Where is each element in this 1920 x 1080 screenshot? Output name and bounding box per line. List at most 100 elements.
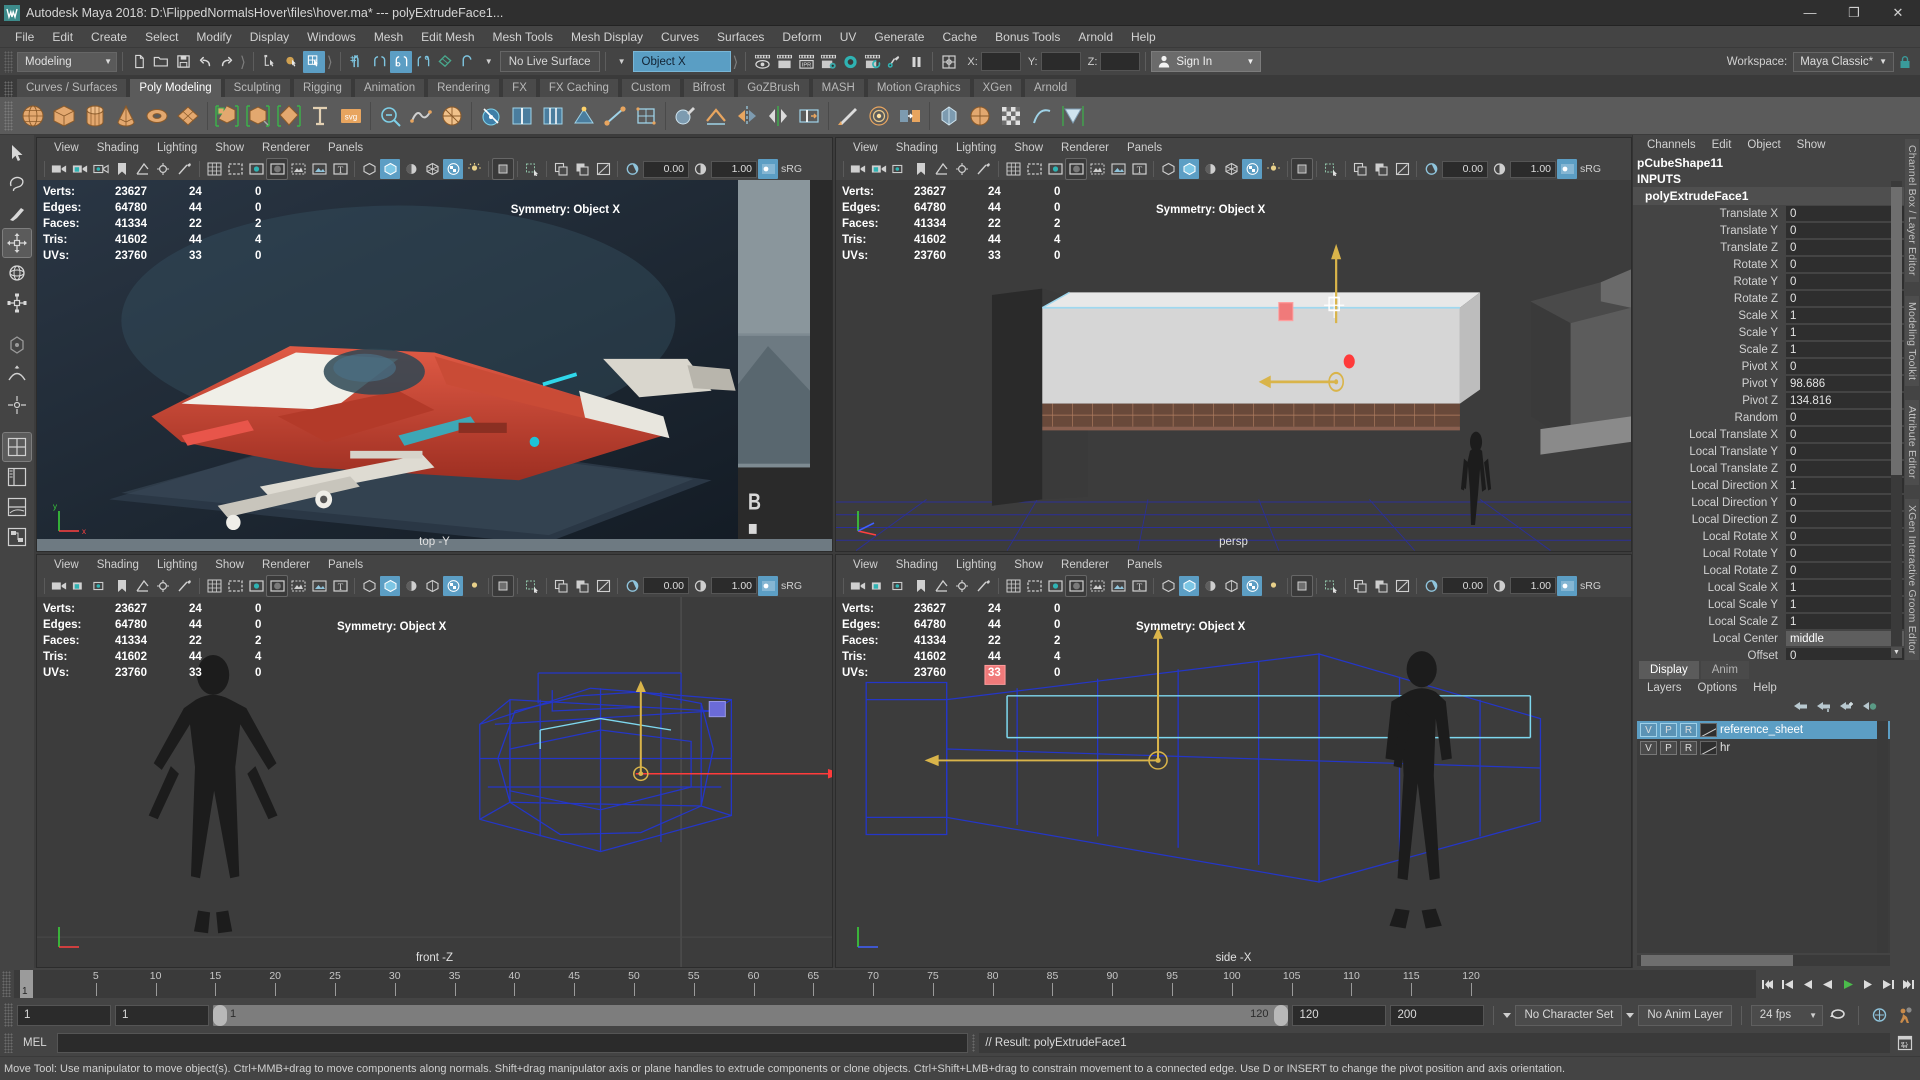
viewport-menu-renderer[interactable]: Renderer [253,141,319,155]
channel-value[interactable]: 0 [1786,359,1904,374]
select-by-component-icon[interactable] [303,51,325,73]
shelf-tab-animation[interactable]: Animation [354,78,425,97]
anim-layer-field[interactable]: No Anim Layer [1638,1005,1731,1026]
minimize-button[interactable]: — [1788,0,1832,26]
light-icon[interactable] [1263,159,1283,179]
channel-row[interactable]: Local Translate X0 [1633,426,1904,443]
layer-editor-menu-layers[interactable]: Layers [1639,682,1690,694]
channel-value[interactable]: 0 [1786,257,1904,272]
snap-to-view-plane-icon[interactable] [434,51,456,73]
channel-box-scroll-down-icon[interactable]: ▼ [1891,647,1902,658]
grid-toggle-icon[interactable] [1003,576,1023,596]
paint-select-icon[interactable] [833,100,863,132]
gamma-value[interactable]: 1.00 [1510,577,1556,594]
light-icon[interactable] [1263,576,1283,596]
select-camera-icon[interactable] [848,576,868,596]
layer-name[interactable]: reference_sheet [1720,724,1803,736]
gamma-icon[interactable] [690,576,710,596]
isolate-select-icon[interactable] [1321,159,1341,179]
viewport-menu-renderer[interactable]: Renderer [253,558,319,572]
layer-r-toggle[interactable]: R [1680,723,1697,737]
texture-map-icon[interactable]: T [330,576,350,596]
play-forwards-icon[interactable] [1839,973,1857,995]
channel-row[interactable]: Rotate Y0 [1633,273,1904,290]
bookmark-icon[interactable] [112,159,132,179]
lock-camera-icon[interactable] [70,159,90,179]
snap-to-curve-icon[interactable] [368,51,390,73]
resolution-gate-icon[interactable] [154,576,174,596]
shelf-grip[interactable] [4,101,13,131]
menu-item-bonus-tools[interactable]: Bonus Tools [986,28,1069,46]
camera-attributes-icon[interactable] [890,159,910,179]
gamma-value[interactable]: 1.00 [1510,161,1556,178]
viewport-menu-shading[interactable]: Shading [887,558,947,572]
channel-value[interactable]: 0 [1786,274,1904,289]
shelf-tab-arnold[interactable]: Arnold [1024,78,1077,97]
shadow-icon[interactable] [1292,159,1312,179]
grid-toggle-icon[interactable] [1003,159,1023,179]
camera-attributes-icon[interactable] [890,576,910,596]
layer-row[interactable]: VPRreference_sheet [1637,721,1890,739]
statusline-grip[interactable] [4,51,13,73]
poly-reduce-icon[interactable] [375,100,405,132]
viewport-snapshot-icon[interactable] [593,576,613,596]
xray-joints-icon[interactable] [380,576,400,596]
smooth-shade-all-icon[interactable] [267,159,287,179]
xray-icon[interactable] [1158,576,1178,596]
menu-item-arnold[interactable]: Arnold [1069,28,1122,46]
add-selected-icon[interactable] [1838,700,1855,716]
channel-row[interactable]: Random0 [1633,409,1904,426]
step-forward-frame-icon[interactable] [1859,973,1877,995]
playback-loop-icon[interactable] [1827,1004,1849,1026]
last-tool-icon[interactable] [3,331,31,359]
viewport-paste-icon[interactable] [572,576,592,596]
scale-tool-icon[interactable] [3,289,31,317]
menu-item-deform[interactable]: Deform [773,28,830,46]
exposure-icon[interactable] [622,576,642,596]
viewport-paste-icon[interactable] [572,159,592,179]
select-tool-icon[interactable] [3,139,31,167]
viewport-menu-shading[interactable]: Shading [88,558,148,572]
channel-row[interactable]: Local Rotate Z0 [1633,562,1904,579]
use-all-lights-icon[interactable] [309,159,329,179]
xray-active-components-icon[interactable] [401,159,421,179]
viewport-menu-show[interactable]: Show [206,558,253,572]
bookmark-icon[interactable] [112,576,132,596]
layer-color-swatch[interactable] [1700,723,1717,737]
menu-item-mesh-tools[interactable]: Mesh Tools [484,28,562,46]
channel-row[interactable]: Rotate X0 [1633,256,1904,273]
poly-cone-icon[interactable] [111,100,141,132]
undo-icon[interactable] [194,51,216,73]
exposure-value[interactable]: 0.00 [1442,161,1488,178]
viewport-menu-view[interactable]: View [45,141,88,155]
viewport-menu-show[interactable]: Show [206,141,253,155]
soft-modification-tool-icon[interactable] [3,361,31,389]
wireframe-on-shaded-icon[interactable] [246,576,266,596]
film-gate-icon[interactable] [1024,159,1044,179]
channel-row[interactable]: Pivot Y98.686 [1633,375,1904,392]
mirror-geometry-icon[interactable] [934,100,964,132]
crease-tool-icon[interactable] [701,100,731,132]
command-language-label[interactable]: MEL [17,1037,53,1049]
channel-value[interactable]: 0 [1786,546,1904,561]
poly-cylinder-icon[interactable] [80,100,110,132]
viewport-persp-canvas[interactable]: Verts:23627240Edges:64780440Faces:413342… [836,180,1631,551]
gamma-icon[interactable] [1489,159,1509,179]
menu-set-selector[interactable]: Modeling ▼ [17,52,117,72]
checker-display-icon[interactable] [443,159,463,179]
viewport-menu-lighting[interactable]: Lighting [947,558,1005,572]
lasso-tool-icon[interactable] [3,169,31,197]
channel-row[interactable]: Scale X1 [1633,307,1904,324]
animation-preferences-icon[interactable] [1894,1004,1916,1026]
textured-mode-icon[interactable] [288,576,308,596]
layer-list-hscrollbar[interactable] [1637,955,1890,966]
render-view-icon[interactable] [861,51,883,73]
svg-tool-icon[interactable]: svg [336,100,366,132]
lock-camera-icon[interactable] [869,159,889,179]
channel-value[interactable]: 1 [1786,342,1904,357]
channel-value[interactable]: 0 [1786,444,1904,459]
layout-uv-icon[interactable] [1058,100,1088,132]
exposure-value[interactable]: 0.00 [643,577,689,594]
xray-active-components-icon[interactable] [1200,159,1220,179]
layer-list[interactable]: VPRreference_sheetVPRhr [1637,721,1890,953]
